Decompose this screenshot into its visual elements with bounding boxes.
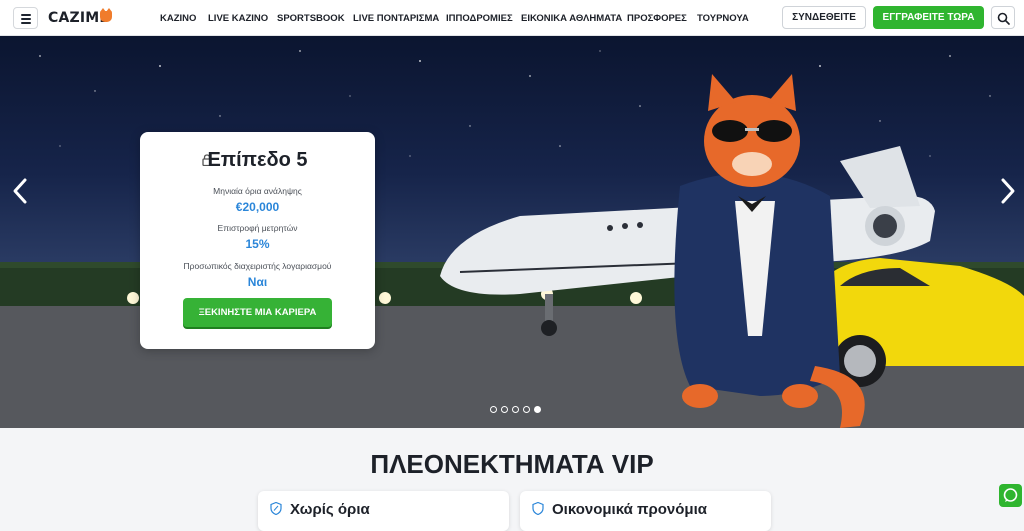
cat-logo-icon	[100, 8, 112, 22]
account-manager-label: Προσωπικός διαχειριστής λογαριασμού	[183, 261, 332, 271]
slide-dot-3[interactable]	[512, 406, 519, 413]
nav-sportsbook[interactable]: SPORTSBOOK	[277, 13, 345, 24]
nav-casino[interactable]: ΚΑΖΙΝΟ	[160, 13, 196, 24]
start-career-button[interactable]: ΞΕΚΙΝΗΣΤΕ ΜΙΑ ΚΑΡΙΕΡΑ	[183, 298, 332, 327]
level-title: Επίπεδο 5	[207, 149, 308, 171]
slide-dot-5-active[interactable]	[534, 406, 541, 413]
account-manager-value: Ναι	[247, 275, 268, 289]
nav-live-betting[interactable]: LIVE ΠΟΝΤΑΡΙΣΜΑ	[353, 13, 439, 24]
top-header: CAZIMB ΚΑΖΙΝΟ LIVE ΚΑΖΙΝΟ SPORTSBOOK LIV…	[0, 0, 1024, 36]
support-chat-button[interactable]	[999, 484, 1022, 507]
slide-dot-2[interactable]	[501, 406, 508, 413]
search-button[interactable]	[991, 6, 1015, 29]
nav-horse-racing[interactable]: ΙΠΠΟΔΡΟΜΙΕΣ	[446, 13, 513, 24]
menu-button[interactable]	[13, 7, 38, 29]
login-button[interactable]: ΣΥΝΔΕΘΕΙΤΕ	[782, 6, 866, 29]
withdrawal-limit-value: €20,000	[235, 200, 280, 214]
vip-card-title: Χωρίς όρια	[290, 501, 370, 518]
hamburger-icon-line	[21, 18, 31, 20]
badge-percent-icon	[270, 502, 282, 515]
prev-slide-arrow-icon[interactable]	[10, 176, 30, 206]
vip-card-financial-perks: Οικονομικά προνόμια	[520, 491, 771, 531]
nav-live-casino[interactable]: LIVE ΚΑΖΙΝΟ	[208, 13, 268, 24]
slide-dot-4[interactable]	[523, 406, 530, 413]
hero-banner: Επίπεδο 5 Μηνιαία όρια ανάληψης €20,000 …	[0, 36, 1024, 428]
shield-icon	[532, 502, 544, 515]
nav-tournaments[interactable]: ΤΟΥΡΝΟΥΑ	[697, 13, 749, 24]
hamburger-icon	[21, 14, 31, 16]
cashback-label: Επιστροφή μετρητών	[217, 223, 298, 233]
register-button[interactable]: ΕΓΓΡΑΦΕΙΤΕ ΤΩΡΑ	[873, 6, 984, 29]
hamburger-icon-line	[21, 22, 31, 24]
next-slide-arrow-icon[interactable]	[998, 176, 1018, 206]
cashback-value: 15%	[245, 237, 270, 251]
nav-promotions[interactable]: ΠΡΟΣΦΟΡΕΣ	[627, 13, 687, 24]
withdrawal-limit-label: Μηνιαία όρια ανάληψης	[213, 186, 302, 196]
search-icon	[997, 12, 1010, 25]
slide-dot-1[interactable]	[490, 406, 497, 413]
chat-icon	[1003, 488, 1018, 502]
vip-card-no-limits: Χωρίς όρια	[258, 491, 509, 531]
vip-level-card: Επίπεδο 5 Μηνιαία όρια ανάληψης €20,000 …	[140, 132, 375, 349]
nav-virtual-sports[interactable]: ΕΙΚΟΝΙΚΑ ΑΘΛΗΜΑΤΑ	[521, 13, 622, 24]
vip-benefits-title: ΠΛΕΟΝΕΚΤΗΜΑΤΑ VIP	[370, 449, 654, 479]
vip-card-title: Οικονομικά προνόμια	[552, 501, 707, 518]
